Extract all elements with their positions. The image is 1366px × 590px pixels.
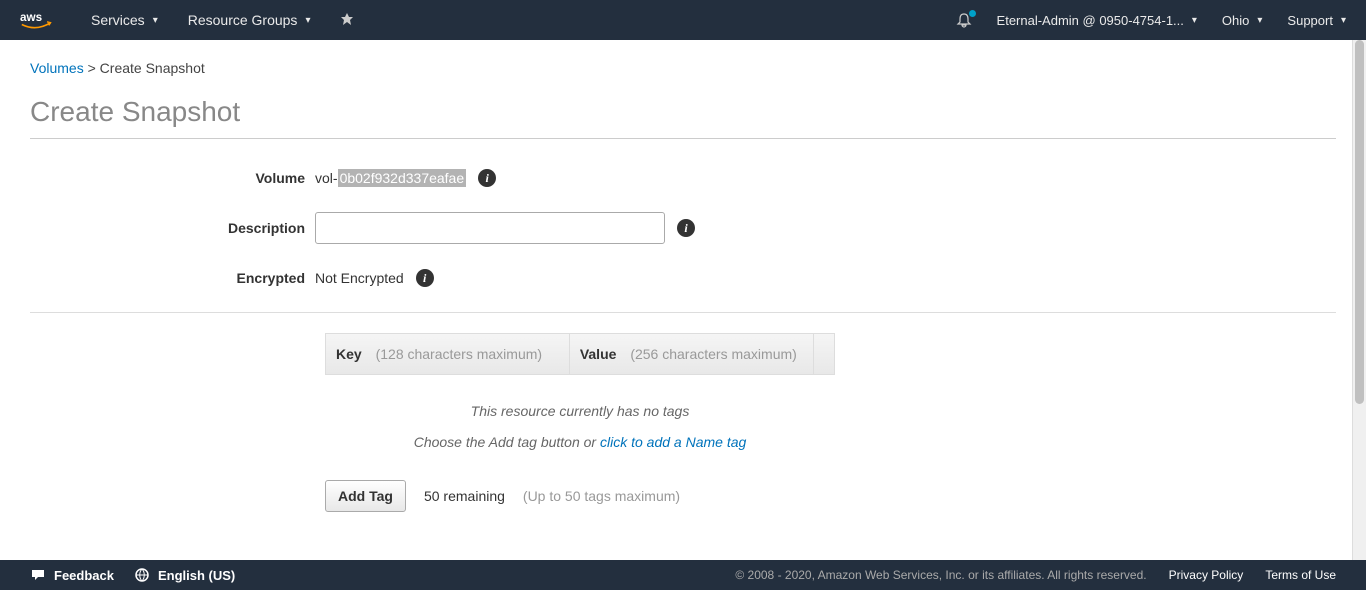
divider	[30, 312, 1336, 313]
tags-choose-message: Choose the Add tag button or click to ad…	[325, 434, 835, 450]
tags-key-header: Key	[336, 346, 362, 362]
top-nav: aws Services ▾ Resource Groups ▾ Eternal…	[0, 0, 1366, 40]
tags-section: Key (128 characters maximum) Value (256 …	[325, 333, 835, 512]
svg-text:aws: aws	[20, 11, 43, 24]
footer: Feedback English (US) © 2008 - 2020, Ama…	[0, 560, 1366, 590]
nav-support[interactable]: Support ▾	[1287, 13, 1346, 28]
breadcrumb-current: Create Snapshot	[100, 60, 205, 76]
nav-services-label: Services	[91, 12, 145, 28]
privacy-policy-link[interactable]: Privacy Policy	[1169, 568, 1244, 582]
nav-region[interactable]: Ohio ▾	[1222, 13, 1263, 28]
volume-prefix: vol-	[315, 170, 338, 186]
nav-account-label: Eternal-Admin @ 0950-4754-1...	[997, 13, 1184, 28]
nav-account[interactable]: Eternal-Admin @ 0950-4754-1... ▾	[997, 13, 1197, 28]
description-input[interactable]	[315, 212, 665, 244]
breadcrumb-separator: >	[88, 60, 96, 76]
caret-down-icon: ▾	[305, 15, 310, 26]
tags-remaining: 50 remaining	[424, 488, 505, 504]
caret-down-icon: ▾	[1341, 15, 1346, 26]
aws-logo[interactable]: aws	[20, 9, 56, 31]
tags-value-hint: (256 characters maximum)	[630, 346, 797, 362]
tags-table-header: Key (128 characters maximum) Value (256 …	[325, 333, 835, 375]
notifications-icon[interactable]	[956, 12, 972, 28]
tags-max-hint: (Up to 50 tags maximum)	[523, 488, 680, 504]
info-icon[interactable]: i	[677, 219, 695, 237]
description-label: Description	[30, 220, 315, 236]
nav-services[interactable]: Services ▾	[91, 12, 158, 28]
caret-down-icon: ▾	[1192, 15, 1197, 26]
scrollbar-thumb[interactable]	[1355, 40, 1364, 404]
tags-value-header: Value	[580, 346, 617, 362]
page-title: Create Snapshot	[30, 96, 1336, 139]
nav-resource-groups-label: Resource Groups	[188, 12, 298, 28]
pin-icon[interactable]	[340, 12, 354, 29]
notification-dot	[969, 10, 976, 17]
volume-label: Volume	[30, 170, 315, 186]
breadcrumb-parent-link[interactable]: Volumes	[30, 60, 84, 76]
breadcrumb: Volumes > Create Snapshot	[30, 60, 1336, 76]
caret-down-icon: ▾	[1257, 15, 1262, 26]
terms-of-use-link[interactable]: Terms of Use	[1265, 568, 1336, 582]
encrypted-value: Not Encrypted	[315, 270, 404, 286]
tags-key-hint: (128 characters maximum)	[376, 346, 543, 362]
language-selector[interactable]: English (US)	[134, 567, 235, 583]
footer-copyright: © 2008 - 2020, Amazon Web Services, Inc.…	[735, 568, 1146, 582]
nav-region-label: Ohio	[1222, 13, 1249, 28]
add-name-tag-link[interactable]: click to add a Name tag	[600, 434, 746, 450]
encrypted-label: Encrypted	[30, 270, 315, 286]
scrollbar[interactable]	[1352, 40, 1366, 560]
globe-icon	[134, 567, 150, 583]
tags-empty-message: This resource currently has no tags	[325, 403, 835, 419]
info-icon[interactable]: i	[478, 169, 496, 187]
chat-icon	[30, 567, 46, 583]
caret-down-icon: ▾	[153, 15, 158, 26]
nav-resource-groups[interactable]: Resource Groups ▾	[188, 12, 311, 28]
add-tag-button[interactable]: Add Tag	[325, 480, 406, 512]
volume-id: 0b02f932d337eafae	[338, 169, 467, 187]
feedback-link[interactable]: Feedback	[30, 567, 114, 583]
info-icon[interactable]: i	[416, 269, 434, 287]
nav-support-label: Support	[1287, 13, 1333, 28]
